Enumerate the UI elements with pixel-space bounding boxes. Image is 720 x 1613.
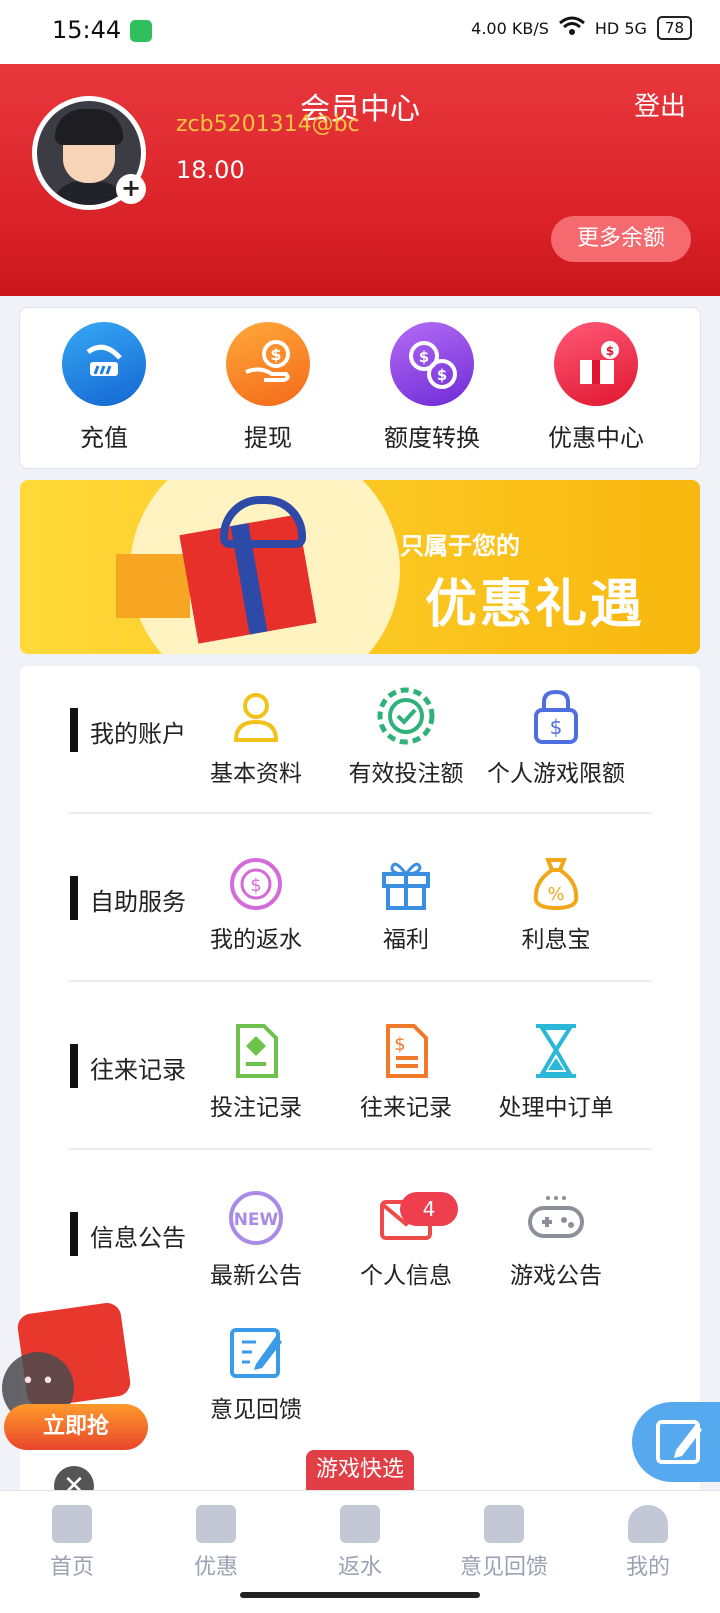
svg-text:$: $ <box>270 345 281 364</box>
grab-now-button[interactable]: 立即抢 <box>4 1404 148 1450</box>
lock-dollar-icon: $ <box>526 686 586 746</box>
quick-deposit[interactable]: 充值 <box>34 322 174 453</box>
deposit-icon <box>62 322 146 406</box>
feedback-nav-icon <box>484 1505 524 1543</box>
banner-subtitle: 只属于您的 <box>400 532 520 560</box>
hourglass-icon <box>526 1020 586 1080</box>
menu-transaction-records[interactable]: $ 往来记录 <box>326 1020 486 1122</box>
menu-welfare[interactable]: 福利 <box>326 852 486 954</box>
money-bag-icon: % <box>526 852 586 912</box>
menu-pending-orders[interactable]: 处理中订单 <box>476 1020 636 1122</box>
svg-text:NEW: NEW <box>234 1210 279 1230</box>
withdraw-icon: $ <box>226 322 310 406</box>
menu-basic-info[interactable]: 基本资料 <box>176 686 336 788</box>
new-icon: NEW <box>226 1188 286 1248</box>
menu-bet-records[interactable]: 投注记录 <box>176 1020 336 1122</box>
gift-nav-icon <box>196 1505 236 1543</box>
section-title-announcements: 信息公告 <box>90 1224 186 1252</box>
chip-check-icon <box>376 686 436 746</box>
menu-latest-announcements[interactable]: NEW 最新公告 <box>176 1188 336 1290</box>
transaction-record-icon: $ <box>376 1020 436 1080</box>
gift-box-icon <box>116 554 190 618</box>
profile-nav-icon <box>628 1505 668 1543</box>
menu-valid-bets[interactable]: 有效投注额 <box>326 686 486 788</box>
quick-promo-center[interactable]: $ 优惠中心 <box>526 322 666 453</box>
network-speed: 4.00 KB/S <box>471 18 549 38</box>
menu-feedback[interactable]: 意见回馈 <box>176 1322 336 1424</box>
menu-game-announcements[interactable]: 游戏公告 <box>476 1188 636 1290</box>
battery-icon: 78 <box>656 16 692 40</box>
section-title-self-service: 自助服务 <box>90 888 186 916</box>
logout-button[interactable]: 登出 <box>634 86 686 123</box>
quick-withdraw[interactable]: $ 提现 <box>198 322 338 453</box>
wifi-icon <box>558 16 585 40</box>
red-envelope-promo[interactable]: • • 立即抢 <box>0 1301 150 1464</box>
menu-my-rebate[interactable]: $ 我的返水 <box>176 852 336 954</box>
quick-actions: 充值 $ 提现 $ $ 额度转换 $ 优惠中心 <box>20 308 700 468</box>
floating-feedback-button[interactable] <box>632 1402 720 1482</box>
bet-record-icon <box>226 1020 286 1080</box>
banner-title: 优惠礼遇 <box>425 575 646 635</box>
promo-center-icon: $ <box>554 322 638 406</box>
menu-interest[interactable]: % 利息宝 <box>476 852 636 954</box>
gamepad-icon <box>526 1188 586 1248</box>
feedback-icon <box>226 1322 286 1382</box>
home-indicator[interactable] <box>240 1592 480 1598</box>
status-time: 15:44 <box>52 16 122 44</box>
username: zcb5201314@bc <box>176 112 360 137</box>
svg-text:$: $ <box>550 715 563 739</box>
transfer-icon: $ $ <box>390 322 474 406</box>
more-balance-button[interactable]: 更多余额 <box>551 216 691 262</box>
add-avatar-icon[interactable]: + <box>116 174 146 204</box>
promo-banner[interactable]: 只属于您的 优惠礼遇 <box>20 480 700 654</box>
svg-text:%: % <box>547 884 564 905</box>
menu-game-limits[interactable]: $ 个人游戏限额 <box>476 686 636 788</box>
nav-home[interactable]: 首页 <box>0 1505 144 1581</box>
avatar[interactable]: + <box>32 96 146 210</box>
home-icon <box>52 1505 92 1543</box>
status-bar: 15:44 4.00 KB/S HD 5G 78 <box>0 0 720 64</box>
rebate-nav-icon <box>340 1505 380 1543</box>
user-icon <box>226 686 286 746</box>
gift-icon <box>376 852 436 912</box>
section-title-account: 我的账户 <box>90 720 186 748</box>
nav-mine[interactable]: 我的 <box>576 1505 720 1581</box>
nav-rebate[interactable]: 返水 <box>288 1505 432 1581</box>
edit-icon <box>656 1420 702 1464</box>
network-type: HD 5G <box>594 18 647 38</box>
svg-text:$: $ <box>437 366 447 384</box>
svg-text:$: $ <box>394 1034 405 1055</box>
section-title-records: 往来记录 <box>90 1056 186 1084</box>
nav-promotions[interactable]: 优惠 <box>144 1505 288 1581</box>
balance-value: 18.00 <box>176 156 245 184</box>
quick-transfer[interactable]: $ $ 额度转换 <box>362 322 502 453</box>
unread-count-badge: 4 <box>400 1192 458 1226</box>
quick-game-select-tab[interactable]: 游戏快选 <box>306 1450 414 1490</box>
rebate-icon: $ <box>226 852 286 912</box>
svg-text:$: $ <box>419 348 429 366</box>
message-app-icon <box>130 20 152 42</box>
svg-text:$: $ <box>606 344 614 358</box>
svg-text:$: $ <box>250 875 261 896</box>
nav-feedback[interactable]: 意见回馈 <box>432 1505 576 1581</box>
